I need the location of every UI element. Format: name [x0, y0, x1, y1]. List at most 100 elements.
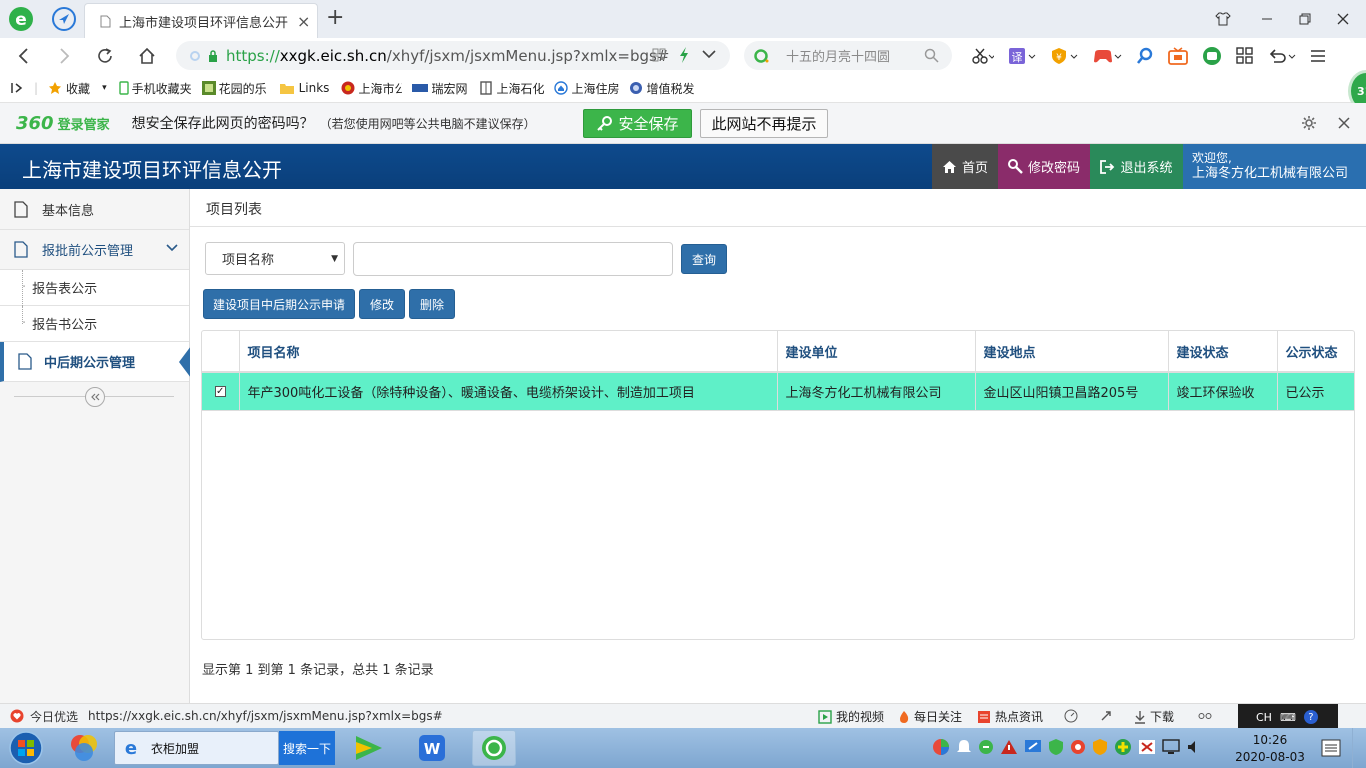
chevron-down-icon[interactable]	[702, 49, 716, 59]
daily-focus[interactable]: 每日关注	[898, 708, 962, 725]
tab-close-icon[interactable]: ×	[297, 12, 310, 31]
warning-icon[interactable]	[1000, 739, 1018, 755]
nav-change-password[interactable]: 修改密码	[998, 144, 1090, 189]
qr-code-icon[interactable]	[652, 48, 666, 62]
sidebar-item-basic-info[interactable]: 基本信息	[0, 189, 189, 230]
row-checkbox[interactable]: ✓	[214, 385, 226, 397]
lightning-icon[interactable]	[678, 47, 690, 63]
my-video[interactable]: 我的视频	[818, 708, 884, 725]
sidebar-item-pre-approval[interactable]: 报批前公示管理	[0, 230, 189, 270]
apply-publicity-button[interactable]: 建设项目中后期公示申请	[203, 289, 355, 319]
bookmark-shanghai[interactable]: 上海市公	[341, 80, 402, 97]
bookmark-ruihong[interactable]: 瑞宏网	[412, 80, 467, 97]
shield-coin-icon[interactable]: ¥	[1050, 47, 1078, 65]
refresh-icon[interactable]	[94, 45, 116, 67]
action-center-icon[interactable]	[1318, 736, 1344, 760]
navigate-arrow-icon[interactable]	[52, 7, 76, 31]
column-header[interactable]: 建设单位	[777, 331, 976, 372]
table-row[interactable]: ✓ 年产300吨化工设备（除特种设备）、暖通设备、电缆桥架设计、制造加工项目 上…	[202, 372, 1354, 410]
search-input[interactable]	[353, 242, 673, 276]
undo-icon[interactable]	[1268, 47, 1296, 65]
green-refresh-icon[interactable]	[978, 739, 994, 755]
close-bar-icon[interactable]	[1338, 117, 1350, 129]
game-controller-icon[interactable]	[1092, 47, 1122, 65]
search-icon[interactable]	[924, 48, 939, 63]
hot-news[interactable]: 热点资讯	[977, 708, 1043, 725]
scissors-icon[interactable]	[970, 47, 994, 65]
bookmark-vat[interactable]: 增值税发	[629, 80, 694, 97]
forward-icon[interactable]	[54, 46, 74, 66]
nav-home[interactable]: 首页	[932, 144, 998, 189]
media-player-icon[interactable]	[348, 731, 388, 765]
today-picks[interactable]: 今日优选	[30, 708, 78, 725]
sidebar-item-report-form[interactable]: · 报告表公示	[0, 270, 189, 306]
antivirus-icon[interactable]	[1070, 739, 1086, 755]
bookmark-mobile[interactable]: 手机收藏夹	[118, 80, 192, 97]
column-header[interactable]: 项目名称	[239, 331, 778, 372]
menu-icon[interactable]	[1310, 49, 1326, 63]
caret-down-icon[interactable]: ▾	[102, 83, 107, 93]
ime-indicator[interactable]: CH ⌨ ?	[1238, 704, 1338, 730]
browser-logo-icon[interactable]: e	[8, 6, 34, 32]
start-button[interactable]	[6, 729, 46, 767]
restore-icon[interactable]	[1296, 10, 1314, 28]
volume-icon[interactable]	[1186, 739, 1202, 755]
glasses-icon[interactable]	[1198, 709, 1212, 721]
monitor-icon[interactable]	[1162, 739, 1180, 755]
filter-field-select[interactable]: 项目名称 ▼	[205, 242, 345, 275]
home-icon[interactable]	[136, 45, 158, 67]
chevron-down-icon[interactable]	[166, 244, 178, 252]
network-icon[interactable]	[1024, 739, 1042, 755]
photo-app-icon[interactable]	[64, 731, 104, 765]
flag-icon[interactable]	[1138, 739, 1156, 755]
taskbar-ie-item[interactable]: e 衣柜加盟	[114, 731, 279, 765]
bookmark-favorites[interactable]: 收藏 ▾	[48, 80, 107, 97]
sidebar-item-mid-late[interactable]: 中后期公示管理	[0, 342, 191, 382]
rocket-icon[interactable]	[1099, 709, 1113, 723]
plus-icon[interactable]	[1114, 738, 1132, 756]
bookmark-shihua[interactable]: 上海石化	[479, 80, 544, 97]
site-info-icon[interactable]	[190, 50, 200, 61]
collapse-sidebar-icon[interactable]	[85, 387, 105, 407]
browser-360-taskbar-icon[interactable]	[472, 730, 516, 766]
shield-check-icon[interactable]	[1048, 738, 1064, 756]
search-engine-icon[interactable]	[754, 48, 770, 64]
translate-icon[interactable]: 译	[1008, 47, 1036, 65]
browser-tab[interactable]: 上海市建设项目环评信息公开 ×	[84, 3, 318, 38]
query-button[interactable]: 查询	[681, 244, 727, 274]
wps-icon[interactable]: W	[412, 731, 452, 765]
show-desktop-button[interactable]	[1352, 728, 1366, 768]
bookmark-housing[interactable]: 上海住房	[554, 80, 619, 97]
minimize-icon[interactable]	[1258, 10, 1276, 28]
back-icon[interactable]	[14, 46, 34, 66]
sidebar-item-report-book[interactable]: · 报告书公示	[0, 306, 189, 342]
bookmark-links[interactable]: Links	[279, 81, 329, 95]
delete-button[interactable]: 删除	[409, 289, 455, 319]
magnifier-icon[interactable]	[1136, 47, 1154, 65]
address-bar[interactable]: https://xxgk.eic.sh.cn/xhyf/jsxm/jsxmMen…	[176, 41, 730, 70]
close-window-icon[interactable]	[1334, 10, 1352, 28]
taskbar-search-button[interactable]: 搜索一下	[279, 731, 335, 765]
column-header[interactable]: 建设状态	[1168, 331, 1278, 372]
bell-icon[interactable]	[956, 738, 972, 756]
safe-save-button[interactable]: 安全保存	[583, 109, 692, 138]
speed-icon[interactable]	[1064, 709, 1078, 723]
column-header[interactable]: 建设地点	[975, 331, 1169, 372]
shirt-icon[interactable]	[1214, 10, 1232, 28]
tv-icon[interactable]	[1168, 47, 1188, 65]
bookmark-garden[interactable]: 花园的乐	[201, 80, 267, 97]
never-remind-button[interactable]: 此网站不再提示	[700, 109, 828, 138]
sidebar-toggle-icon[interactable]	[10, 82, 24, 94]
security-icon[interactable]	[1092, 738, 1108, 756]
clock[interactable]: 10:26 2020-08-03	[1230, 732, 1310, 766]
color-wheel-icon[interactable]	[932, 738, 950, 756]
downloads[interactable]: 下载	[1134, 708, 1174, 725]
edit-button[interactable]: 修改	[359, 289, 405, 319]
wechat-icon[interactable]	[1202, 46, 1222, 66]
grid-apps-icon[interactable]	[1236, 47, 1254, 65]
column-header[interactable]: 公示状态	[1277, 331, 1354, 372]
settings-gear-icon[interactable]	[1302, 116, 1316, 130]
nav-logout[interactable]: 退出系统	[1090, 144, 1183, 189]
search-box[interactable]: 十五的月亮十四圆	[744, 41, 952, 70]
new-tab-button[interactable]: +	[326, 5, 344, 30]
